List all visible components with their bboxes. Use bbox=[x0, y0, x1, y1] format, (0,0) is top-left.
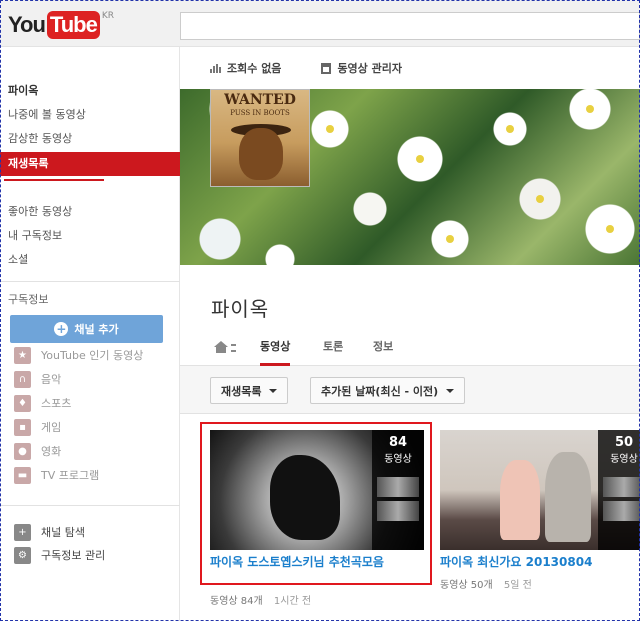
channel-avatar[interactable]: WANTED PUSS IN BOOTS bbox=[210, 89, 310, 187]
subscription-label: 스포츠 bbox=[41, 397, 72, 410]
playlist-count: 84 bbox=[388, 435, 408, 450]
sidebar-item-social[interactable]: 소셜 bbox=[0, 248, 180, 272]
playlist-thumbnail[interactable]: 50 동영상 bbox=[440, 430, 640, 550]
sidebar-item-subscriptions[interactable]: 내 구독정보 bbox=[0, 224, 180, 248]
avatar-subtext: PUSS IN BOOTS bbox=[230, 109, 290, 117]
playlist-count-overlay: 84 동영상 bbox=[372, 430, 424, 550]
sidebar-item-history[interactable]: 감상한 동영상 bbox=[0, 127, 180, 151]
sort-dropdown[interactable]: 추가된 날짜(최신 - 이전) bbox=[310, 377, 466, 404]
divider bbox=[0, 281, 180, 282]
sidebar-item-watch-later[interactable]: 나중에 볼 동영상 bbox=[0, 103, 180, 127]
logo-region: KR bbox=[101, 11, 114, 21]
manage-subscriptions-label: 구독정보 관리 bbox=[41, 549, 106, 562]
playlist-video-count: 동영상 50개 bbox=[440, 580, 493, 591]
avatar-text: WANTED bbox=[224, 92, 296, 108]
chevron-down-icon bbox=[269, 388, 278, 393]
subscription-label: 음악 bbox=[41, 373, 62, 386]
subscription-item-movies[interactable]: ● 영화 bbox=[14, 441, 61, 461]
playlist-count: 50 bbox=[614, 435, 634, 450]
subscription-label: 게임 bbox=[41, 421, 62, 434]
home-icon[interactable] bbox=[214, 341, 236, 353]
playlist-meta: 동영상 84개 1시간 전 bbox=[210, 592, 311, 607]
logo-tube: Tube bbox=[46, 11, 100, 39]
browse-channels-label: 채널 탐색 bbox=[41, 526, 85, 539]
tab-videos[interactable]: 동영상 bbox=[260, 328, 291, 366]
playlist-count-overlay: 50 동영상 bbox=[598, 430, 640, 550]
video-manager-icon bbox=[321, 62, 332, 74]
tv-icon: ▬ bbox=[14, 466, 31, 484]
headphones-icon: ∩ bbox=[14, 370, 31, 388]
search-input[interactable] bbox=[180, 12, 640, 40]
playlist-count-label: 동영상 bbox=[384, 454, 412, 465]
gamepad-icon: ▪ bbox=[14, 418, 31, 436]
subscription-item-music[interactable]: ∩ 음악 bbox=[14, 369, 61, 389]
browse-channels-link[interactable]: + 채널 탐색 bbox=[14, 522, 85, 542]
playlist-title[interactable]: 파이옥 최신가요 20130804 bbox=[440, 555, 635, 569]
channel-tabs: 동영상 토론 정보 bbox=[180, 328, 640, 366]
playlist-updated: 1시간 전 bbox=[273, 596, 312, 607]
subscription-item-popular[interactable]: ★ YouTube 인기 동영상 bbox=[14, 345, 143, 365]
youtube-logo[interactable]: You Tube KR bbox=[8, 11, 114, 39]
channel-subheader: 조회수 없음 동영상 관리자 bbox=[180, 47, 640, 89]
playlist-updated: 5일 전 bbox=[503, 580, 532, 591]
subscription-label: YouTube 인기 동영상 bbox=[41, 349, 144, 362]
add-channel-button[interactable]: + 채널 추가 bbox=[10, 315, 163, 343]
views-count: 조회수 없음 bbox=[210, 60, 281, 76]
active-underline bbox=[4, 179, 104, 181]
logo-you: You bbox=[8, 12, 46, 37]
sort-value: 추가된 날짜(최신 - 이전) bbox=[321, 384, 439, 398]
subscription-item-games[interactable]: ▪ 게임 bbox=[14, 417, 61, 437]
video-manager-link[interactable]: 동영상 관리자 bbox=[321, 60, 402, 76]
sidebar-item-playlists[interactable]: 재생목록 bbox=[0, 152, 180, 176]
sidebar-item-channel[interactable]: 파이옥 bbox=[0, 79, 180, 103]
views-label: 조회수 없음 bbox=[227, 62, 282, 75]
star-icon: ★ bbox=[14, 346, 31, 364]
sidebar: 파이옥 나중에 볼 동영상 감상한 동영상 재생목록 좋아한 동영상 내 구독정… bbox=[0, 47, 180, 621]
channel-title: 파이옥 bbox=[211, 297, 270, 321]
sidebar-item-liked[interactable]: 좋아한 동영상 bbox=[0, 200, 180, 224]
filter-bar: 재생목록 추가된 날짜(최신 - 이전) bbox=[180, 366, 640, 414]
playlist-title[interactable]: 파이옥 도스토옙스키님 추천곡모음 bbox=[210, 555, 424, 569]
bar-chart-icon bbox=[210, 63, 221, 73]
film-reel-icon: ● bbox=[14, 442, 31, 460]
subscription-item-tv[interactable]: ▬ TV 프로그램 bbox=[14, 465, 99, 485]
video-manager-label: 동영상 관리자 bbox=[337, 62, 402, 75]
chevron-down-icon bbox=[446, 388, 455, 393]
playlist-count-label: 동영상 bbox=[610, 454, 638, 465]
tab-about[interactable]: 정보 bbox=[373, 328, 393, 366]
plus-circle-icon: + bbox=[14, 523, 31, 541]
content-type-value: 재생목록 bbox=[221, 384, 262, 398]
subscription-label: TV 프로그램 bbox=[41, 469, 100, 482]
gear-icon: ⚙ bbox=[14, 546, 31, 564]
manage-subscriptions-link[interactable]: ⚙ 구독정보 관리 bbox=[14, 545, 105, 565]
playlist-meta: 동영상 50개 5일 전 bbox=[440, 576, 532, 591]
playlist-video-count: 동영상 84개 bbox=[210, 596, 263, 607]
trophy-icon: ♦ bbox=[14, 394, 31, 412]
subscriptions-title: 구독정보 bbox=[8, 293, 49, 306]
divider bbox=[0, 505, 180, 506]
plus-icon: + bbox=[54, 322, 69, 336]
subscription-item-sports[interactable]: ♦ 스포츠 bbox=[14, 393, 71, 413]
top-bar: You Tube KR bbox=[0, 0, 640, 47]
playlist-thumbnail[interactable]: 84 동영상 bbox=[210, 430, 424, 550]
content-type-dropdown[interactable]: 재생목록 bbox=[210, 377, 289, 404]
tab-discussion[interactable]: 토론 bbox=[323, 328, 343, 366]
add-channel-label: 채널 추가 bbox=[74, 323, 119, 336]
subscription-label: 영화 bbox=[41, 445, 62, 458]
